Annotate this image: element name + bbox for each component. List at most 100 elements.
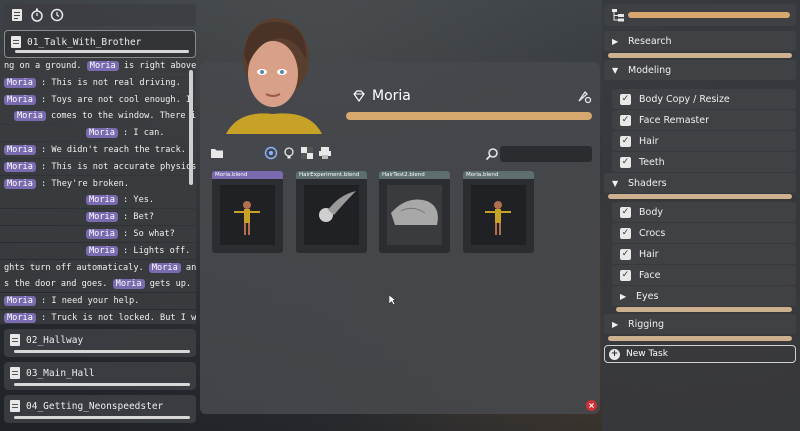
script-text: : Yes.: [117, 195, 155, 206]
checkbox-checked-icon[interactable]: ✓: [620, 227, 631, 239]
script-line[interactable]: s the door and goes. Moria gets up.: [0, 276, 196, 293]
subtask-eyes[interactable]: ▶ Eyes: [612, 286, 796, 306]
script-line[interactable]: ghts turn off automaticaly. Moria and: [0, 259, 196, 276]
new-task-button[interactable]: + New Task: [604, 345, 796, 363]
script-line[interactable]: Moria comes to the window. There i: [0, 108, 196, 125]
subtask-item[interactable]: ✓ Hair: [612, 131, 796, 151]
script-text: : We didn't reach the track.: [35, 144, 186, 155]
script-text: : This is not real driving.: [35, 77, 181, 88]
script-view[interactable]: ng on a ground. Moria is right above iMo…: [0, 58, 196, 324]
script-text: : Bet?: [117, 212, 155, 223]
subtask-item[interactable]: ✓ Hair: [612, 244, 796, 264]
asset-name: Moria: [372, 88, 411, 104]
chapter-title: 02_Hallway: [26, 334, 84, 346]
task-shaders[interactable]: ▼ Shaders: [604, 173, 796, 193]
character-name-tag: Moria: [14, 111, 46, 122]
character-thumbnail: [220, 185, 275, 245]
script-line[interactable]: Moria : We didn't reach the track.: [0, 141, 196, 158]
diamond-icon: [353, 90, 365, 103]
mesh-thumbnail: [387, 185, 442, 245]
script-line[interactable]: Moria : Toys are not cool enough. I a: [0, 91, 196, 108]
subtask-item[interactable]: ✓ Teeth: [612, 152, 796, 172]
task-research[interactable]: ▶ Research: [604, 31, 796, 51]
close-button[interactable]: [586, 400, 597, 411]
stopwatch-icon[interactable]: [30, 8, 44, 22]
script-text: ng on a ground.: [4, 61, 87, 71]
asset-card[interactable]: Moria.blend: [212, 171, 283, 253]
script-line[interactable]: Moria : I need your help.: [0, 293, 196, 310]
search-icon[interactable]: [485, 147, 499, 161]
checkbox-checked-icon[interactable]: ✓: [620, 269, 631, 281]
script-text: : They're broken.: [35, 178, 130, 189]
asset-label: HairExperiment.blend: [296, 171, 367, 179]
script-text: gets up.: [144, 279, 192, 290]
chapter-item[interactable]: 02_Hallway: [4, 329, 196, 357]
render-filter-icon[interactable]: [264, 146, 278, 160]
hair-thumbnail: [304, 185, 359, 245]
script-line[interactable]: Moria : I can.: [0, 125, 196, 142]
brush-settings-icon[interactable]: [576, 88, 592, 104]
script-line[interactable]: Moria : Truck is not locked. But I wou: [0, 309, 196, 324]
history-icon[interactable]: [50, 8, 64, 22]
checkbox-checked-icon[interactable]: ✓: [620, 93, 631, 105]
close-icon: [589, 403, 594, 408]
left-toolbar: [4, 4, 196, 26]
script-text: : Truck is not locked. But I wou: [35, 312, 196, 323]
checkbox-checked-icon[interactable]: ✓: [620, 114, 631, 126]
caret-down-icon: ▼: [612, 65, 619, 75]
subtask-item[interactable]: ✓ Face: [612, 265, 796, 285]
checkbox-checked-icon[interactable]: ✓: [620, 156, 631, 168]
overall-progress-bar: [628, 12, 790, 18]
asset-card[interactable]: HairTest2.blend: [379, 171, 450, 253]
task-panel-header: [604, 4, 796, 26]
character-name-tag: Moria: [4, 312, 36, 323]
subtask-label: Teeth: [639, 156, 665, 168]
checkbox-checked-icon[interactable]: ✓: [620, 135, 631, 147]
script-text: and: [185, 262, 196, 273]
task-rigging[interactable]: ▶ Rigging: [604, 314, 796, 334]
asset-card[interactable]: HairExperiment.blend: [296, 171, 367, 253]
script-line[interactable]: Moria : This is not accurate physics: [0, 158, 196, 175]
script-icon[interactable]: [10, 8, 24, 22]
character-name-tag: Moria: [112, 279, 145, 290]
subtask-label: Body: [639, 206, 663, 218]
chapter-progress: [14, 350, 190, 353]
chapter-item[interactable]: 04_Getting_Neonspeedster: [4, 395, 196, 423]
asset-search-input[interactable]: [500, 146, 592, 162]
script-line[interactable]: Moria : So what?: [0, 225, 196, 242]
script-line[interactable]: Moria : Yes.: [0, 192, 196, 209]
chapter-item[interactable]: 03_Main_Hall: [4, 362, 196, 390]
subtask-item[interactable]: ✓ Body Copy / Resize: [612, 89, 796, 109]
light-filter-icon[interactable]: [282, 146, 296, 160]
chapter-title: 03_Main_Hall: [26, 367, 95, 379]
subtask-label: Face: [639, 269, 661, 281]
subtask-item[interactable]: ✓ Face Remaster: [612, 110, 796, 130]
printer-filter-icon[interactable]: [318, 146, 332, 160]
task-modeling[interactable]: ▼ Modeling: [604, 60, 796, 80]
asset-card[interactable]: Moria.blend: [463, 171, 534, 253]
subtask-item[interactable]: ✓ Crocs: [612, 223, 796, 243]
script-text: : Toys are not cool enough. I a: [35, 94, 196, 105]
script-line[interactable]: Moria : Bet?: [0, 209, 196, 226]
caret-right-icon: ▶: [612, 319, 619, 329]
script-text: comes to the window. There i: [45, 111, 196, 122]
script-text: : This is not accurate physics: [35, 161, 196, 172]
chapter-progress: [14, 416, 190, 419]
chapter-title: 04_Getting_Neonspeedster: [26, 400, 164, 412]
new-task-label: New Task: [626, 349, 668, 359]
script-line[interactable]: ng on a ground. Moria is right above i: [0, 58, 196, 74]
checkbox-checked-icon[interactable]: ✓: [620, 248, 631, 260]
asset-header: Moria: [352, 88, 411, 104]
script-scrollbar[interactable]: [189, 70, 193, 185]
script-line[interactable]: Moria : Lights off.: [0, 242, 196, 259]
tree-icon[interactable]: [611, 8, 625, 22]
script-line[interactable]: Moria : This is not real driving.: [0, 74, 196, 91]
script-text: : Lights off.: [117, 245, 191, 256]
texture-filter-icon[interactable]: [300, 146, 314, 160]
script-text: s the door and goes.: [4, 279, 113, 290]
checkbox-checked-icon[interactable]: ✓: [620, 206, 631, 218]
script-line[interactable]: Moria : They're broken.: [0, 175, 196, 192]
subtask-item[interactable]: ✓ Body: [612, 202, 796, 222]
folder-icon[interactable]: [210, 146, 224, 160]
chapter-active[interactable]: 01_Talk_With_Brother: [4, 30, 196, 58]
